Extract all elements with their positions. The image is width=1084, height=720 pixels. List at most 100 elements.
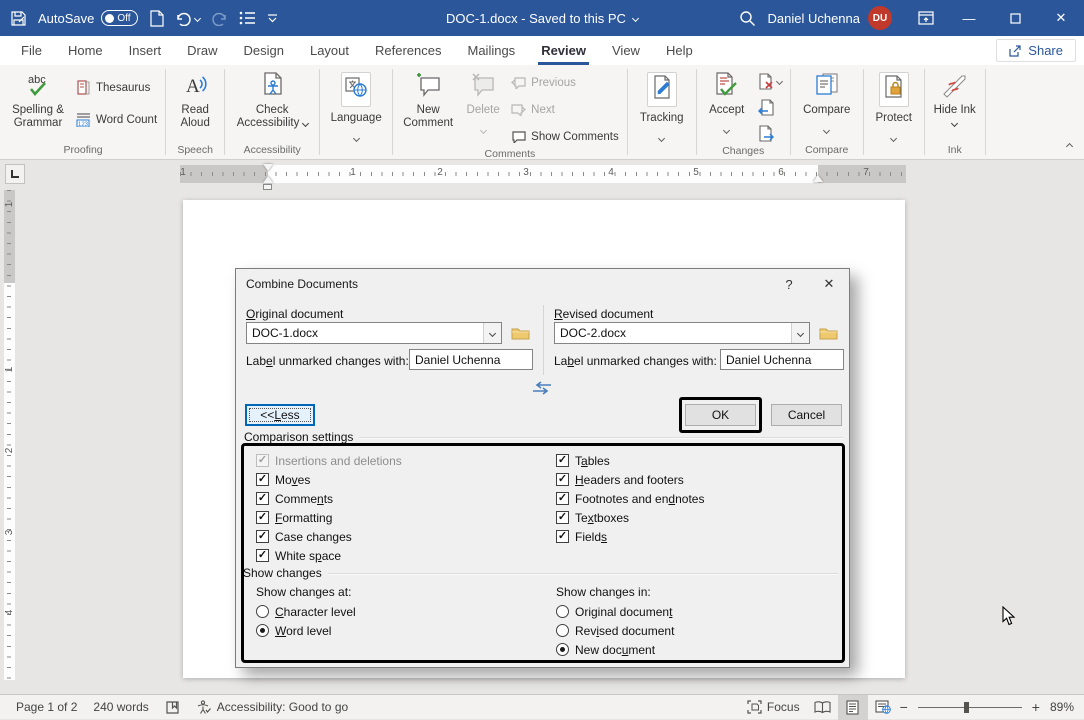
spelling-grammar-button[interactable]: abc Spelling & Grammar xyxy=(5,68,71,142)
radio-word-level[interactable]: Word level xyxy=(256,621,356,640)
bullet-list-icon[interactable] xyxy=(239,11,256,25)
revised-unmarked-input[interactable]: Daniel Uchenna xyxy=(720,349,844,370)
radio-icon[interactable] xyxy=(256,624,269,637)
dialog-close-button[interactable]: ✕ xyxy=(809,269,849,299)
collapse-ribbon-icon[interactable] xyxy=(1067,136,1072,154)
radio-icon[interactable] xyxy=(256,605,269,618)
hanging-indent-marker[interactable] xyxy=(263,176,273,183)
combo-dropdown-icon[interactable] xyxy=(483,323,501,343)
print-layout-button[interactable] xyxy=(838,695,868,720)
word-count-button[interactable]: 123 Word Count xyxy=(72,108,161,131)
language-button[interactable]: Language xyxy=(324,68,388,142)
dialog-help-button[interactable]: ? xyxy=(769,269,809,299)
checkbox-icon[interactable] xyxy=(256,473,269,486)
read-aloud-button[interactable]: A Read Aloud xyxy=(170,68,220,142)
show-comments-button[interactable]: Show Comments xyxy=(507,125,623,148)
accessibility-status[interactable]: Accessibility: Good to go xyxy=(188,695,356,719)
less-button[interactable]: << Less xyxy=(245,404,315,426)
checkbox-tables[interactable]: Tables xyxy=(556,451,704,470)
proofing-status-icon[interactable] xyxy=(157,695,188,719)
tab-references[interactable]: References xyxy=(362,36,454,65)
tab-design[interactable]: Design xyxy=(231,36,297,65)
radio-original-document[interactable]: Original document xyxy=(556,602,674,621)
combo-dropdown-icon[interactable] xyxy=(791,323,809,343)
zoom-in-button[interactable]: + xyxy=(1030,699,1042,715)
tab-home[interactable]: Home xyxy=(55,36,116,65)
checkbox-comments[interactable]: Comments xyxy=(256,489,402,508)
autosave-switch[interactable]: Off xyxy=(101,10,138,26)
tracking-button[interactable]: Tracking xyxy=(632,68,692,142)
hide-ink-button[interactable]: Hide Ink xyxy=(929,68,981,142)
checkbox-icon[interactable] xyxy=(556,473,569,486)
web-layout-button[interactable] xyxy=(868,695,898,720)
zoom-slider-thumb[interactable] xyxy=(964,702,969,713)
read-mode-button[interactable] xyxy=(808,695,838,720)
checkbox-icon[interactable] xyxy=(556,511,569,524)
tab-view[interactable]: View xyxy=(599,36,653,65)
checkbox-icon[interactable] xyxy=(556,454,569,467)
revised-browse-button[interactable] xyxy=(816,322,840,344)
check-accessibility-button[interactable]: Check Accessibility xyxy=(229,68,315,142)
tab-file[interactable]: File xyxy=(8,36,55,65)
next-change-button[interactable] xyxy=(754,122,786,145)
checkbox-footnotes-and-endnotes[interactable]: Footnotes and endnotes xyxy=(556,489,704,508)
vertical-ruler[interactable]: 1 1 2 3 4 xyxy=(4,190,15,680)
close-button[interactable]: ✕ xyxy=(1038,0,1084,36)
checkbox-icon[interactable] xyxy=(256,530,269,543)
checkbox-moves[interactable]: Moves xyxy=(256,470,402,489)
original-unmarked-input[interactable]: Daniel Uchenna xyxy=(409,349,533,370)
radio-icon[interactable] xyxy=(556,605,569,618)
compare-button[interactable]: Compare xyxy=(795,68,859,142)
radio-revised-document[interactable]: Revised document xyxy=(556,621,674,640)
first-line-indent-marker[interactable] xyxy=(263,164,273,171)
thesaurus-button[interactable]: Thesaurus xyxy=(72,76,161,99)
new-document-icon[interactable] xyxy=(149,10,164,27)
tab-insert[interactable]: Insert xyxy=(116,36,175,65)
checkbox-icon[interactable] xyxy=(256,549,269,562)
page-indicator[interactable]: Page 1 of 2 xyxy=(8,695,85,719)
minimize-button[interactable]: — xyxy=(946,0,992,36)
previous-change-button[interactable] xyxy=(754,96,786,119)
new-comment-button[interactable]: New Comment xyxy=(397,68,459,142)
user-name[interactable]: Daniel Uchenna xyxy=(767,11,860,26)
checkbox-white-space[interactable]: White space xyxy=(256,546,402,565)
dialog-title-bar[interactable]: Combine Documents ? ✕ xyxy=(236,269,849,299)
ribbon-display-options-icon[interactable] xyxy=(906,0,946,36)
zoom-level[interactable]: 89% xyxy=(1042,695,1076,719)
tab-stop-selector[interactable] xyxy=(5,164,25,184)
radio-icon[interactable] xyxy=(556,643,569,656)
checkbox-icon[interactable] xyxy=(556,492,569,505)
radio-new-document[interactable]: New document xyxy=(556,640,674,659)
tab-help[interactable]: Help xyxy=(653,36,706,65)
tab-mailings[interactable]: Mailings xyxy=(455,36,529,65)
accept-button[interactable]: Accept xyxy=(701,68,753,142)
ok-button[interactable]: OK xyxy=(685,404,756,426)
focus-mode-button[interactable]: Focus xyxy=(739,695,808,719)
avatar[interactable]: DU xyxy=(868,6,892,30)
tab-layout[interactable]: Layout xyxy=(297,36,362,65)
share-button[interactable]: Share xyxy=(996,39,1076,62)
original-document-combobox[interactable]: DOC-1.docx xyxy=(246,322,502,344)
horizontal-ruler[interactable]: 1 1 2 3 4 5 6 7 xyxy=(180,165,906,183)
right-indent-marker[interactable] xyxy=(813,175,823,182)
maximize-button[interactable] xyxy=(992,0,1038,36)
protect-button[interactable]: Protect xyxy=(868,68,920,142)
reject-change-button[interactable] xyxy=(754,70,786,93)
zoom-out-button[interactable]: − xyxy=(898,699,910,715)
original-browse-button[interactable] xyxy=(508,322,532,344)
cancel-button[interactable]: Cancel xyxy=(771,404,842,426)
revised-document-combobox[interactable]: DOC-2.docx xyxy=(554,322,810,344)
tab-draw[interactable]: Draw xyxy=(174,36,230,65)
customize-toolbar-icon[interactable] xyxy=(267,13,278,23)
radio-character-level[interactable]: Character level xyxy=(256,602,356,621)
checkbox-icon[interactable] xyxy=(256,511,269,524)
checkbox-formatting[interactable]: Formatting xyxy=(256,508,402,527)
checkbox-case-changes[interactable]: Case changes xyxy=(256,527,402,546)
word-count-indicator[interactable]: 240 words xyxy=(85,695,156,719)
undo-button[interactable] xyxy=(175,11,200,26)
checkbox-icon[interactable] xyxy=(256,492,269,505)
search-icon[interactable] xyxy=(727,0,767,36)
checkbox-fields[interactable]: Fields xyxy=(556,527,704,546)
zoom-slider[interactable] xyxy=(918,707,1022,708)
left-indent-marker[interactable] xyxy=(263,184,272,190)
